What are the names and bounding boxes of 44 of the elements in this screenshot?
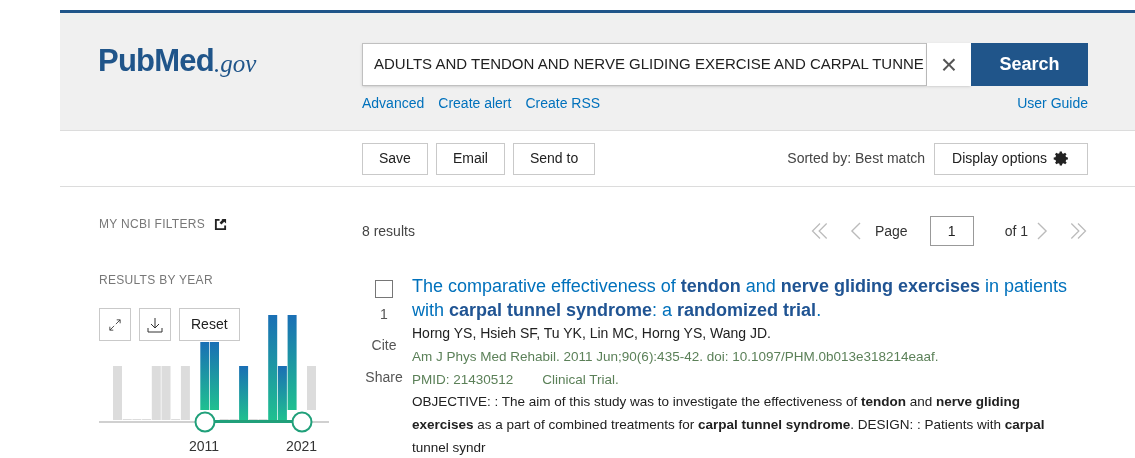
result-number: 1 [380,305,388,324]
slider-handle[interactable] [291,411,313,433]
result-checkbox[interactable] [375,280,393,298]
save-button[interactable]: Save [362,142,428,175]
first-page-icon[interactable] [809,222,830,240]
send-to-button[interactable]: Send to [512,142,596,175]
section-heading: RESULTS BY YEAR [99,272,213,289]
result-authors: Horng YS, Hsieh SF, Tu YK, Lin MC, Horng YS, Wang JD. [412,324,772,342]
search-field[interactable]: ADULTS AND TENDON AND NERVE GLIDING EXERCISE AND CARPAL TUNNE [362,43,927,86]
last-page-icon[interactable] [1068,222,1088,240]
expand-icon [109,318,121,331]
page-total: of 1 [1004,221,1028,241]
create-alert-link[interactable]: Create alert [438,93,512,114]
user-guide-link[interactable]: User Guide [1017,93,1088,114]
external-link-icon[interactable] [214,217,228,231]
result-citation: Am J Phys Med Rehabil. 2011 Jun;90(6):435-42. doi: 10.1097/PHM.0b013e318214eaaf. [412,348,940,366]
settings-icon [1053,150,1070,167]
search-button[interactable]: Search [971,43,1088,86]
advanced-link[interactable]: Advanced [362,93,425,114]
download-button[interactable] [139,308,171,341]
pubmed-logo[interactable]: PubMed.gov [98,45,257,76]
result-snippet: OBJECTIVE: : The aim of this study was to investigate the effectiveness of tendon and nerve gliding exercises as a part of combined treatments for carpal tunnel syndrome. DESIGN: : Patients with carpal tunnel syndr [412,393,1046,457]
email-button[interactable]: Email [435,142,505,175]
clear-button[interactable]: × [927,43,971,86]
expand-button[interactable] [99,308,131,341]
page-label: Page [874,221,908,241]
sort-label: Sorted by: Best match [787,149,926,168]
display-options-button[interactable]: Display options [934,142,1088,175]
reset-button[interactable]: Reset [179,308,240,341]
slider-handle[interactable] [194,411,216,433]
year-label: 2011 [189,437,220,456]
year-label: 2021 [286,437,318,456]
next-page-icon[interactable] [1037,222,1048,240]
download-icon [147,316,163,333]
publication-type: Clinical Trial. [542,371,619,389]
cite-link[interactable]: Cite [371,335,397,356]
result-title[interactable]: The comparative effectiveness of tendon and nerve gliding exercises in patients with carpal tunnel syndrome: a randomized trial. [412,274,1088,322]
share-link[interactable]: Share [365,367,403,388]
create-rss-link[interactable]: Create RSS [525,93,601,114]
page-input[interactable]: 1 [929,216,974,246]
section-heading: MY NCBI FILTERS [99,216,206,233]
results-count: 8 results [362,221,415,241]
previous-page-icon[interactable] [849,222,861,240]
pmid: PMID: 21430512 [412,371,514,389]
